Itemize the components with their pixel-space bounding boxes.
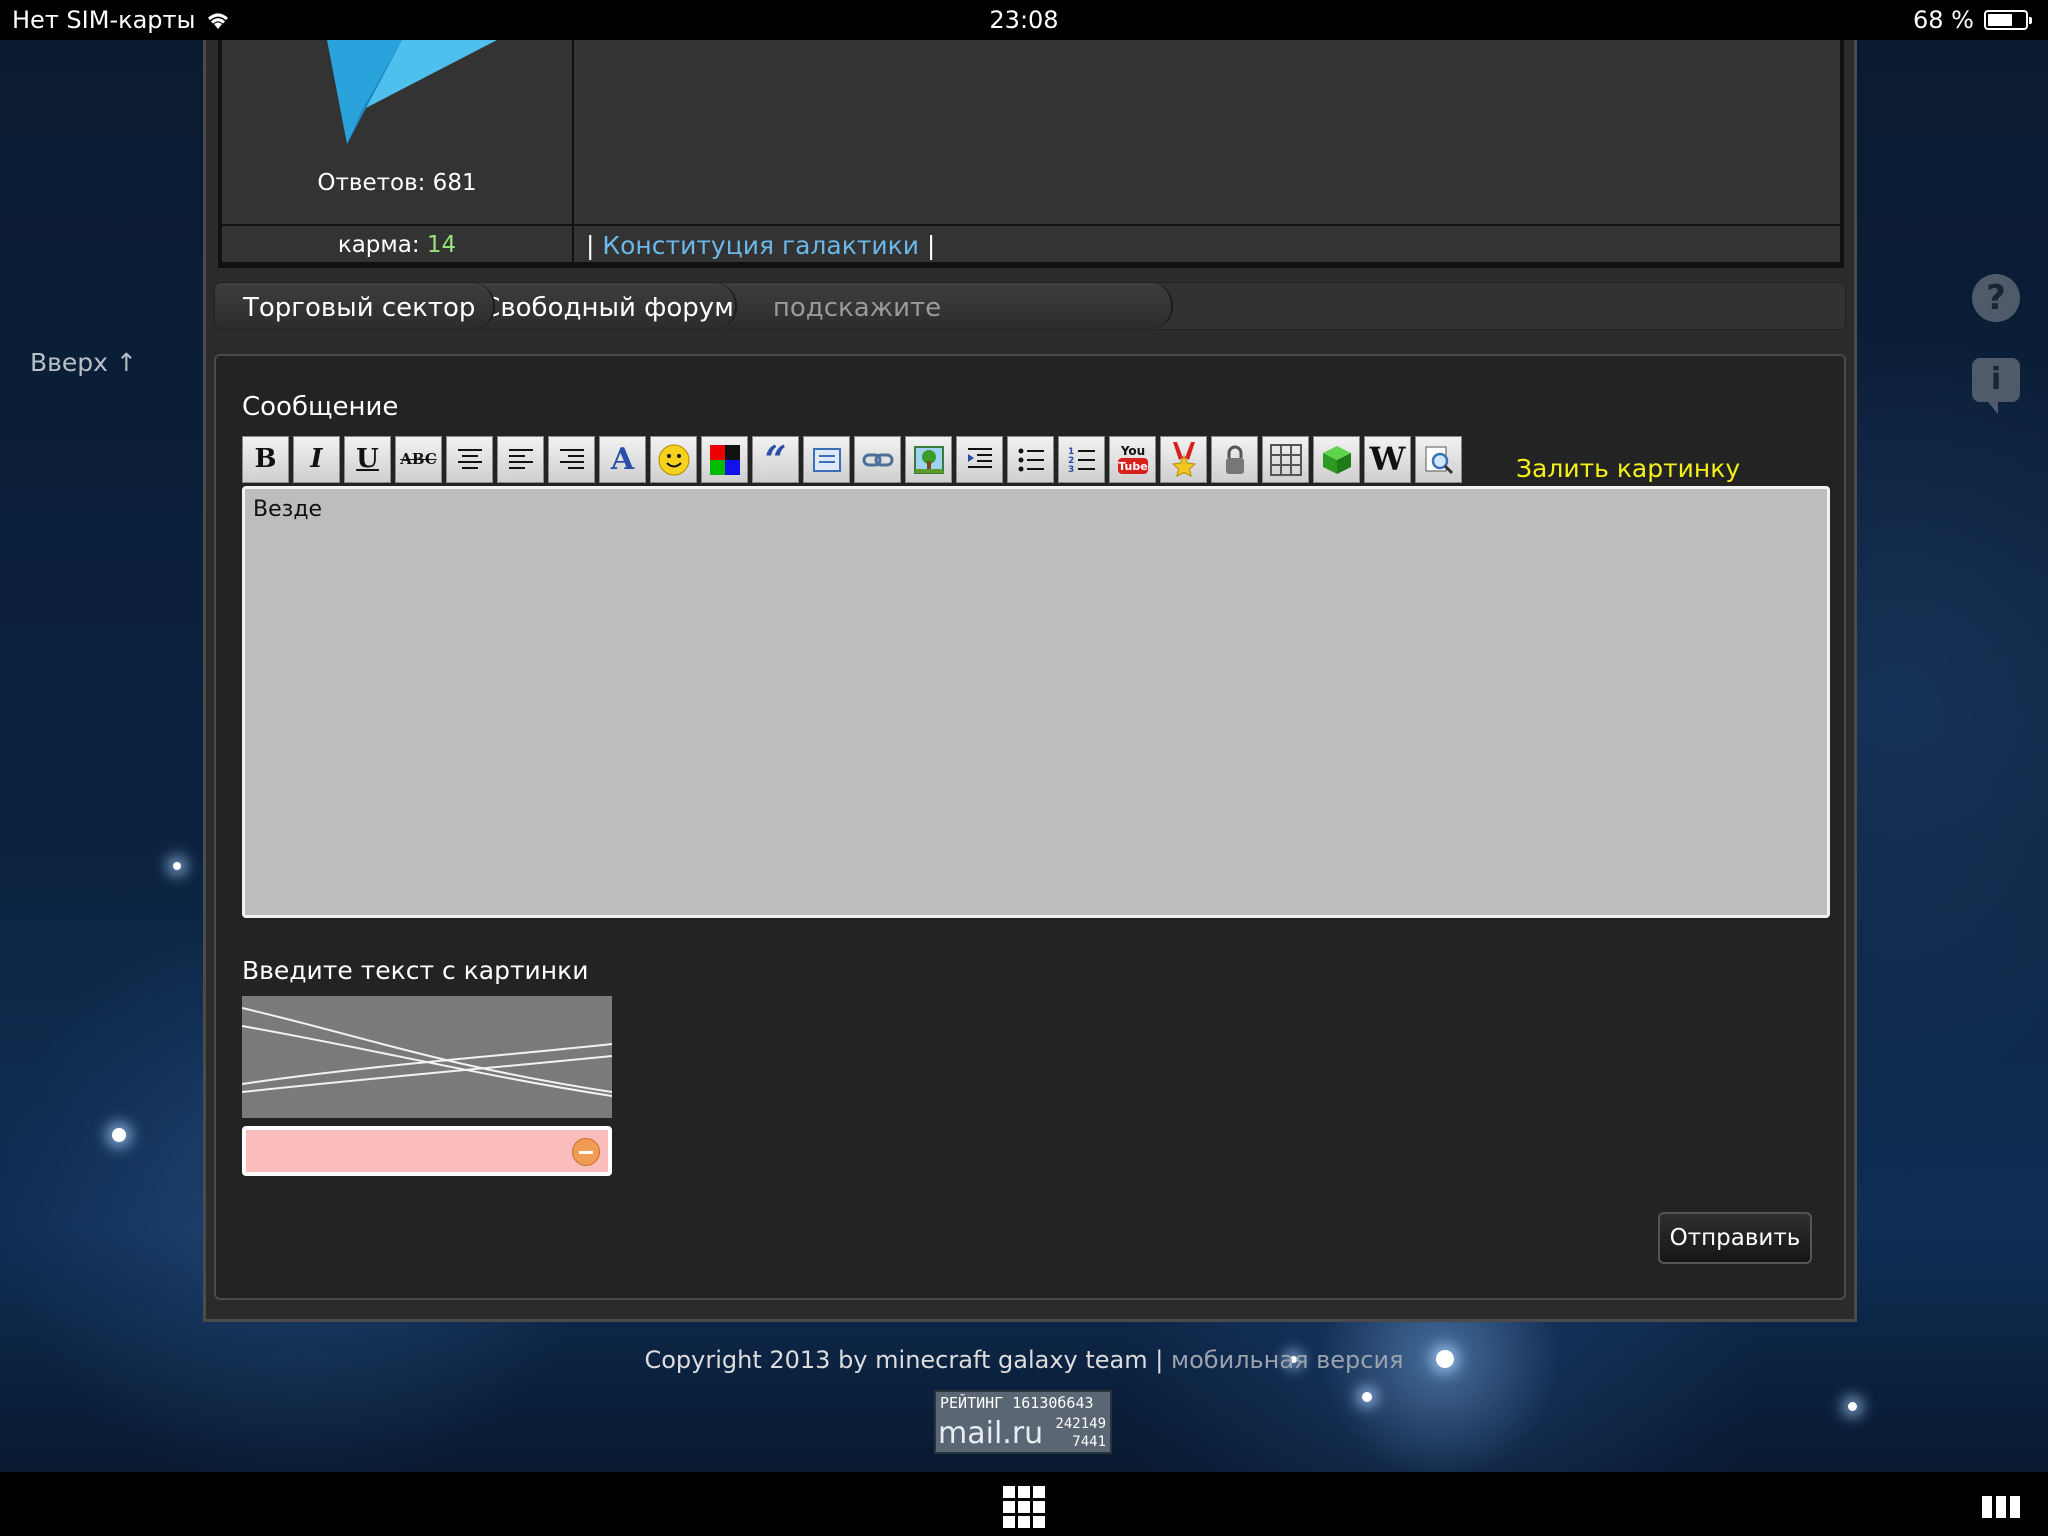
upload-image-link[interactable]: Залить картинку bbox=[1516, 454, 1740, 483]
battery-icon bbox=[1984, 10, 2032, 30]
table-button[interactable] bbox=[1262, 436, 1309, 483]
link-icon bbox=[862, 453, 893, 467]
author-column: Ответов: 681 bbox=[222, 40, 574, 224]
karma-value: 14 bbox=[426, 232, 457, 258]
counter-visits: 242149 bbox=[1055, 1416, 1106, 1432]
bottom-bar bbox=[0, 1472, 2048, 1536]
karma: карма: 14 bbox=[222, 226, 574, 264]
background-star bbox=[173, 862, 181, 870]
svg-text:3: 3 bbox=[1068, 465, 1074, 474]
post-body bbox=[574, 40, 1840, 224]
captcha-input[interactable] bbox=[242, 1126, 612, 1176]
italic-button[interactable]: I bbox=[293, 436, 340, 483]
breadcrumb-item-current: подскажите bbox=[723, 283, 1173, 329]
align-left-button[interactable] bbox=[497, 436, 544, 483]
align-right-button[interactable] bbox=[548, 436, 595, 483]
counter-hosts: 7441 bbox=[1072, 1434, 1106, 1450]
bullet-list-button[interactable] bbox=[1007, 436, 1054, 483]
captcha-image bbox=[242, 996, 612, 1118]
hide-button[interactable] bbox=[1211, 436, 1258, 483]
smiley-button[interactable] bbox=[650, 436, 697, 483]
preview-icon bbox=[1425, 446, 1453, 475]
youtube-button[interactable]: You Tube bbox=[1109, 436, 1156, 483]
link-button[interactable] bbox=[854, 436, 901, 483]
numbered-list-icon: 123 bbox=[1068, 447, 1095, 475]
help-icon[interactable]: ? bbox=[1972, 274, 2020, 322]
post-footer: карма: 14 | Конституция галактики | bbox=[222, 224, 1840, 264]
clock: 23:08 bbox=[989, 6, 1059, 34]
karma-label: карма: bbox=[337, 232, 420, 258]
strikethrough-button[interactable]: ABC bbox=[395, 436, 442, 483]
align-center-button[interactable] bbox=[446, 436, 493, 483]
image-button[interactable] bbox=[905, 436, 952, 483]
smiley-icon bbox=[658, 444, 689, 476]
signature: | Конституция галактики | bbox=[586, 226, 935, 266]
background-star bbox=[1848, 1402, 1857, 1411]
signature-link[interactable]: Конституция галактики bbox=[602, 231, 919, 260]
svg-text:You: You bbox=[1119, 444, 1144, 458]
counter-rating: РЕЙТИНГ 16130б643 bbox=[940, 1394, 1094, 1412]
quote-button[interactable]: “ bbox=[752, 436, 799, 483]
error-icon bbox=[572, 1138, 600, 1166]
minecraft-block-icon bbox=[1322, 446, 1351, 474]
align-center-icon bbox=[457, 449, 482, 469]
bullet-list-icon bbox=[1018, 448, 1044, 472]
status-bar: Нет SIM-карты 23:08 68 % bbox=[0, 0, 2048, 40]
medal-icon bbox=[1171, 442, 1196, 477]
mobile-version-link[interactable]: мобильная версия bbox=[1171, 1346, 1404, 1374]
scroll-to-top-link[interactable]: Вверх ↑ bbox=[30, 348, 137, 377]
youtube-icon: You Tube bbox=[1117, 444, 1148, 474]
editor-toolbar: B I U ABC A “ 1 2 3 You Tube W bbox=[242, 436, 1462, 484]
indent-icon bbox=[967, 448, 992, 468]
message-textarea[interactable]: Везде bbox=[242, 486, 1830, 918]
svg-text:Tube: Tube bbox=[1118, 460, 1147, 473]
counter-logo: mail.ru bbox=[938, 1416, 1044, 1451]
lock-icon bbox=[1225, 445, 1244, 474]
background-star bbox=[1362, 1392, 1372, 1402]
indent-button[interactable] bbox=[956, 436, 1003, 483]
signature-separator: | bbox=[926, 231, 936, 260]
award-button[interactable] bbox=[1160, 436, 1207, 483]
breadcrumb: Торговый сектор Свободный форум подскажи… bbox=[214, 282, 1846, 330]
table-icon bbox=[1269, 444, 1302, 476]
apps-grid-icon[interactable] bbox=[1003, 1486, 1045, 1528]
footer: Copyright 2013 by minecraft galaxy team … bbox=[0, 1346, 2048, 1374]
color-button[interactable] bbox=[701, 436, 748, 483]
font-button[interactable]: A bbox=[599, 436, 646, 483]
align-left-icon bbox=[508, 449, 533, 469]
breadcrumb-item-trade[interactable]: Торговый сектор bbox=[215, 283, 495, 329]
battery-percent: 68 % bbox=[1913, 6, 1974, 34]
wiki-button[interactable]: W bbox=[1364, 436, 1411, 483]
rating-counter[interactable]: РЕЙТИНГ 16130б643 mail.ru 242149 7441 bbox=[934, 1390, 1112, 1454]
align-right-icon bbox=[559, 449, 584, 469]
info-icon[interactable]: i bbox=[1972, 358, 2020, 414]
copyright-text: Copyright 2013 by minecraft galaxy team bbox=[644, 1346, 1148, 1374]
post-table: Ответов: 681 карма: 14 | Конституция гал… bbox=[218, 40, 1844, 268]
bold-button[interactable]: B bbox=[242, 436, 289, 483]
underline-button[interactable]: U bbox=[344, 436, 391, 483]
background-star bbox=[112, 1128, 126, 1142]
submit-button[interactable]: Отправить bbox=[1658, 1212, 1812, 1264]
preview-button[interactable] bbox=[1415, 436, 1462, 483]
code-block-icon bbox=[812, 448, 841, 472]
replies-count: Ответов: 681 bbox=[317, 170, 477, 196]
tabs-icon[interactable] bbox=[1982, 1496, 2020, 1518]
breadcrumb-item-free-forum[interactable]: Свободный форум bbox=[481, 283, 737, 329]
footer-separator: | bbox=[1155, 1346, 1164, 1374]
signature-separator: | bbox=[586, 231, 595, 260]
code-button[interactable] bbox=[803, 436, 850, 483]
numbered-list-button[interactable]: 123 bbox=[1058, 436, 1105, 483]
block-button[interactable] bbox=[1313, 436, 1360, 483]
captcha-label: Введите текст с картинки bbox=[242, 956, 589, 985]
message-label: Сообщение bbox=[242, 392, 399, 422]
color-palette-icon bbox=[709, 445, 740, 475]
picture-icon bbox=[913, 446, 944, 474]
reply-form: Сообщение B I U ABC A “ 1 2 3 You Tube W… bbox=[214, 354, 1846, 1300]
avatar bbox=[327, 40, 497, 144]
